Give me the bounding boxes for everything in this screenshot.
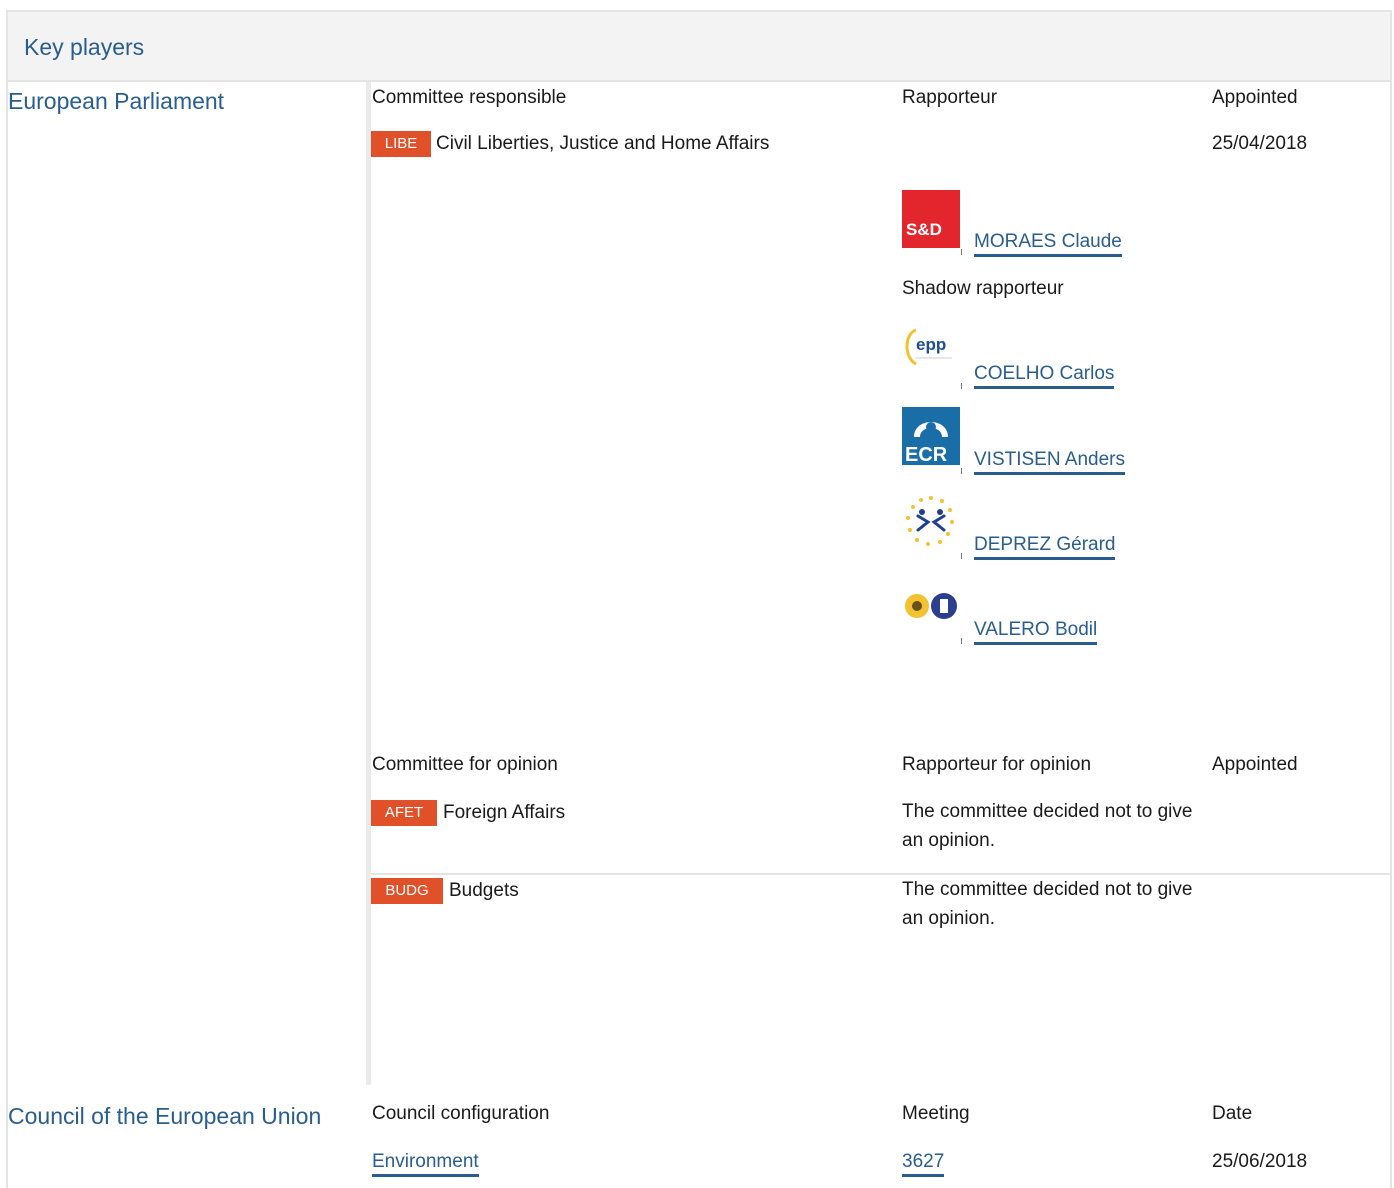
shadow-rapporteur-label: Shadow rapporteur — [902, 278, 1064, 299]
shadow-rapporteur-link-2[interactable]: VISTISEN Anders — [974, 449, 1126, 475]
col-committee-responsible: Committee responsible — [372, 87, 567, 108]
committee-name: Foreign Affairs — [443, 802, 566, 823]
column-divider — [366, 82, 371, 1085]
sd-group-logo: S&D — [902, 190, 960, 248]
col-rapporteur: Rapporteur — [902, 87, 998, 108]
sd-logo-text: S&D — [906, 220, 942, 239]
section-header: Key players — [8, 12, 1390, 82]
col-rapporteur-opinion: Rapporteur for opinion — [902, 754, 1092, 775]
committee-name: Civil Liberties, Justice and Home Affair… — [436, 133, 770, 154]
tick-mark — [961, 553, 962, 559]
ep-label: European Parliament — [8, 88, 225, 114]
col-council-configuration: Council configuration — [372, 1103, 550, 1124]
tick-mark — [961, 383, 962, 389]
council-label: Council of the European Union — [8, 1103, 322, 1129]
col-appointed: Appointed — [1212, 87, 1298, 108]
col-committee-opinion: Committee for opinion — [372, 754, 558, 775]
appointed-date: 25/04/2018 — [1212, 133, 1308, 154]
tick-mark — [961, 638, 962, 644]
shadow-rapporteur-link-1[interactable]: COELHO Carlos — [974, 363, 1115, 389]
row-divider — [371, 873, 1392, 875]
svg-text:ECR: ECR — [905, 444, 948, 465]
tick-mark — [961, 468, 962, 474]
svg-text:epp: epp — [916, 335, 946, 354]
council-configuration-link[interactable]: Environment — [372, 1151, 479, 1177]
shadow-rapporteur-link-4[interactable]: VALERO Bodil — [974, 619, 1098, 645]
tick-mark — [961, 249, 962, 255]
key-players-panel — [6, 10, 1392, 1188]
meeting-link[interactable]: 3627 — [902, 1151, 945, 1177]
shadow-rapporteur-link-3[interactable]: DEPREZ Gérard — [974, 534, 1116, 560]
opinion-note: The committee decided not to give an opi… — [902, 879, 1193, 929]
col-appointed-opinion: Appointed — [1212, 754, 1298, 775]
committee-code-badge: BUDG — [371, 878, 443, 904]
alde-group-logo — [902, 492, 960, 550]
committee-name: Budgets — [449, 880, 519, 901]
col-date: Date — [1212, 1103, 1253, 1124]
rapporteur-link[interactable]: MORAES Claude — [974, 231, 1122, 257]
ecr-group-logo: ECR — [902, 407, 960, 466]
committee-code-badge: AFET — [371, 800, 437, 826]
opinion-note: The committee decided not to give an opi… — [902, 801, 1193, 851]
greens-efa-group-logo — [902, 577, 960, 635]
meeting-date: 25/06/2018 — [1212, 1151, 1308, 1172]
section-title: Key players — [24, 34, 145, 60]
epp-group-logo: epp — [902, 322, 960, 380]
committee-code-badge: LIBE — [371, 131, 431, 157]
col-meeting: Meeting — [902, 1103, 970, 1124]
